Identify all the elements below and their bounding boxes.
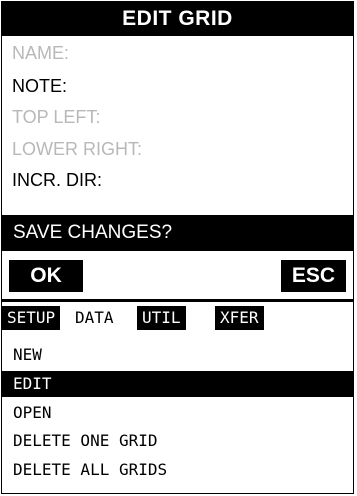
ok-button[interactable]: OK <box>9 260 83 292</box>
dialog-title: EDIT GRID <box>2 2 353 36</box>
tab-setup[interactable]: SETUP <box>2 306 61 330</box>
field-lower-right: LOWER RIGHT: <box>12 139 143 159</box>
menu-item-delete-all-grids[interactable]: DELETE ALL GRIDS <box>2 457 353 483</box>
field-name: NAME: <box>12 43 70 63</box>
field-incr-dir[interactable]: INCR. DIR: <box>12 169 102 191</box>
menu-item-edit[interactable]: EDIT <box>2 371 353 397</box>
save-changes-prompt: SAVE CHANGES? <box>2 215 353 251</box>
device-screen: EDIT GRID NAME: NOTE: TOP LEFT: LOWER RI… <box>1 1 354 494</box>
tab-data[interactable]: DATA <box>70 306 119 330</box>
menu-item-open[interactable]: OPEN <box>2 400 353 426</box>
esc-button[interactable]: ESC <box>281 260 346 292</box>
tab-xfer[interactable]: XFER <box>215 306 264 330</box>
tab-bar: SETUP DATA UTIL XFER <box>2 306 353 330</box>
tab-util[interactable]: UTIL <box>137 306 186 330</box>
menu-item-new[interactable]: NEW <box>2 342 353 368</box>
menu-item-delete-one-grid[interactable]: DELETE ONE GRID <box>2 428 353 454</box>
menu-divider <box>2 299 353 302</box>
field-top-left: TOP LEFT: <box>12 107 101 127</box>
field-note[interactable]: NOTE: <box>12 75 67 97</box>
